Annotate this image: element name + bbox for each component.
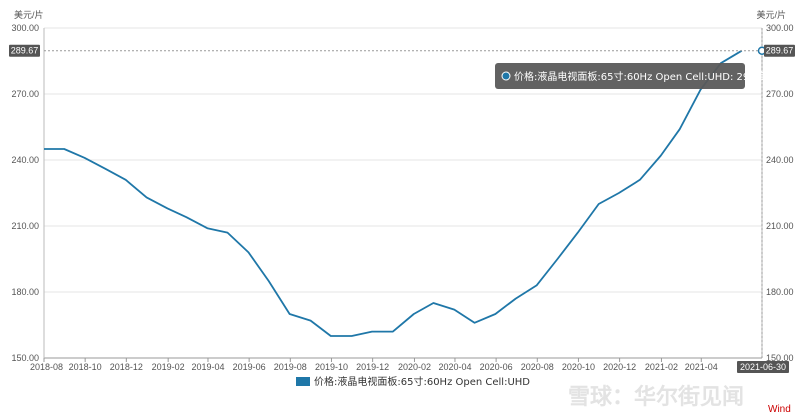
y-tick-label-right: 180.00: [766, 287, 794, 297]
x-tick-label: 2019-06: [233, 362, 266, 372]
crosshair-date-badge: 2021-06-30: [737, 361, 789, 373]
last-value-left-text: 289.67: [11, 46, 39, 56]
y-tick-labels-left: 150.00180.00210.00240.00270.00300.00: [11, 23, 39, 363]
source-label: Wind: [768, 404, 791, 415]
last-value-badge-left: 289.67: [9, 44, 40, 57]
y-tick-label-right: 240.00: [766, 155, 794, 165]
x-tick-label: 2020-02: [398, 362, 431, 372]
x-tick-label: 2020-12: [603, 362, 636, 372]
legend[interactable]: 价格:液晶电视面板:65寸:60Hz Open Cell:UHD: [296, 375, 530, 388]
x-tick-label: 2019-02: [152, 362, 185, 372]
x-tick-label: 2020-06: [480, 362, 513, 372]
x-tick-label: 2018-10: [69, 362, 102, 372]
last-value-badge-right: 289.67: [764, 44, 795, 57]
x-tick-label: 2020-04: [438, 362, 471, 372]
x-tick-label: 2019-08: [274, 362, 307, 372]
y-tick-label-left: 270.00: [11, 89, 39, 99]
price-line-chart: 美元/片 美元/片 150.00180.00210.00240.00270.00…: [9, 9, 795, 415]
y-unit-label-right: 美元/片: [756, 9, 786, 20]
y-tick-label-left: 210.00: [11, 221, 39, 231]
series-line: [44, 49, 743, 337]
y-tick-label-left: 240.00: [11, 155, 39, 165]
tooltip: 价格:液晶电视面板:65寸:60Hz Open Cell:UHD: 291 美元…: [495, 63, 792, 89]
series-layer: [44, 49, 743, 337]
x-tick-label: 2019-10: [315, 362, 348, 372]
tooltip-text: 价格:液晶电视面板:65寸:60Hz Open Cell:UHD: 291 美元…: [514, 70, 792, 83]
crosshair-date-text: 2021-06-30: [740, 362, 786, 372]
legend-swatch: [296, 377, 310, 386]
y-tick-label-right: 300.00: [766, 23, 794, 33]
watermark: 雪球：华尔街见闻: [568, 384, 744, 410]
x-tick-label: 2021-02: [645, 362, 678, 372]
y-tick-label-right: 210.00: [766, 221, 794, 231]
legend-label: 价格:液晶电视面板:65寸:60Hz Open Cell:UHD: [314, 375, 530, 388]
x-tick-label: 2018-08: [30, 362, 63, 372]
last-value-right-text: 289.67: [766, 46, 794, 56]
y-tick-label-left: 300.00: [11, 23, 39, 33]
y-unit-label-left: 美元/片: [14, 9, 44, 20]
x-tick-label: 2020-08: [521, 362, 554, 372]
x-tick-label: 2020-10: [562, 362, 595, 372]
x-tick-label: 2019-04: [191, 362, 224, 372]
tooltip-series-marker: [501, 71, 511, 81]
y-tick-label-right: 270.00: [766, 89, 794, 99]
y-tick-label-left: 180.00: [11, 287, 39, 297]
x-tick-label: 2019-12: [356, 362, 389, 372]
x-tick-label: 2018-12: [110, 362, 143, 372]
x-tick-labels: 2018-08 2018-10 2018-12 2019-02 2019-04 2019-…: [30, 358, 718, 372]
x-tick-label: 2021-04: [685, 362, 718, 372]
